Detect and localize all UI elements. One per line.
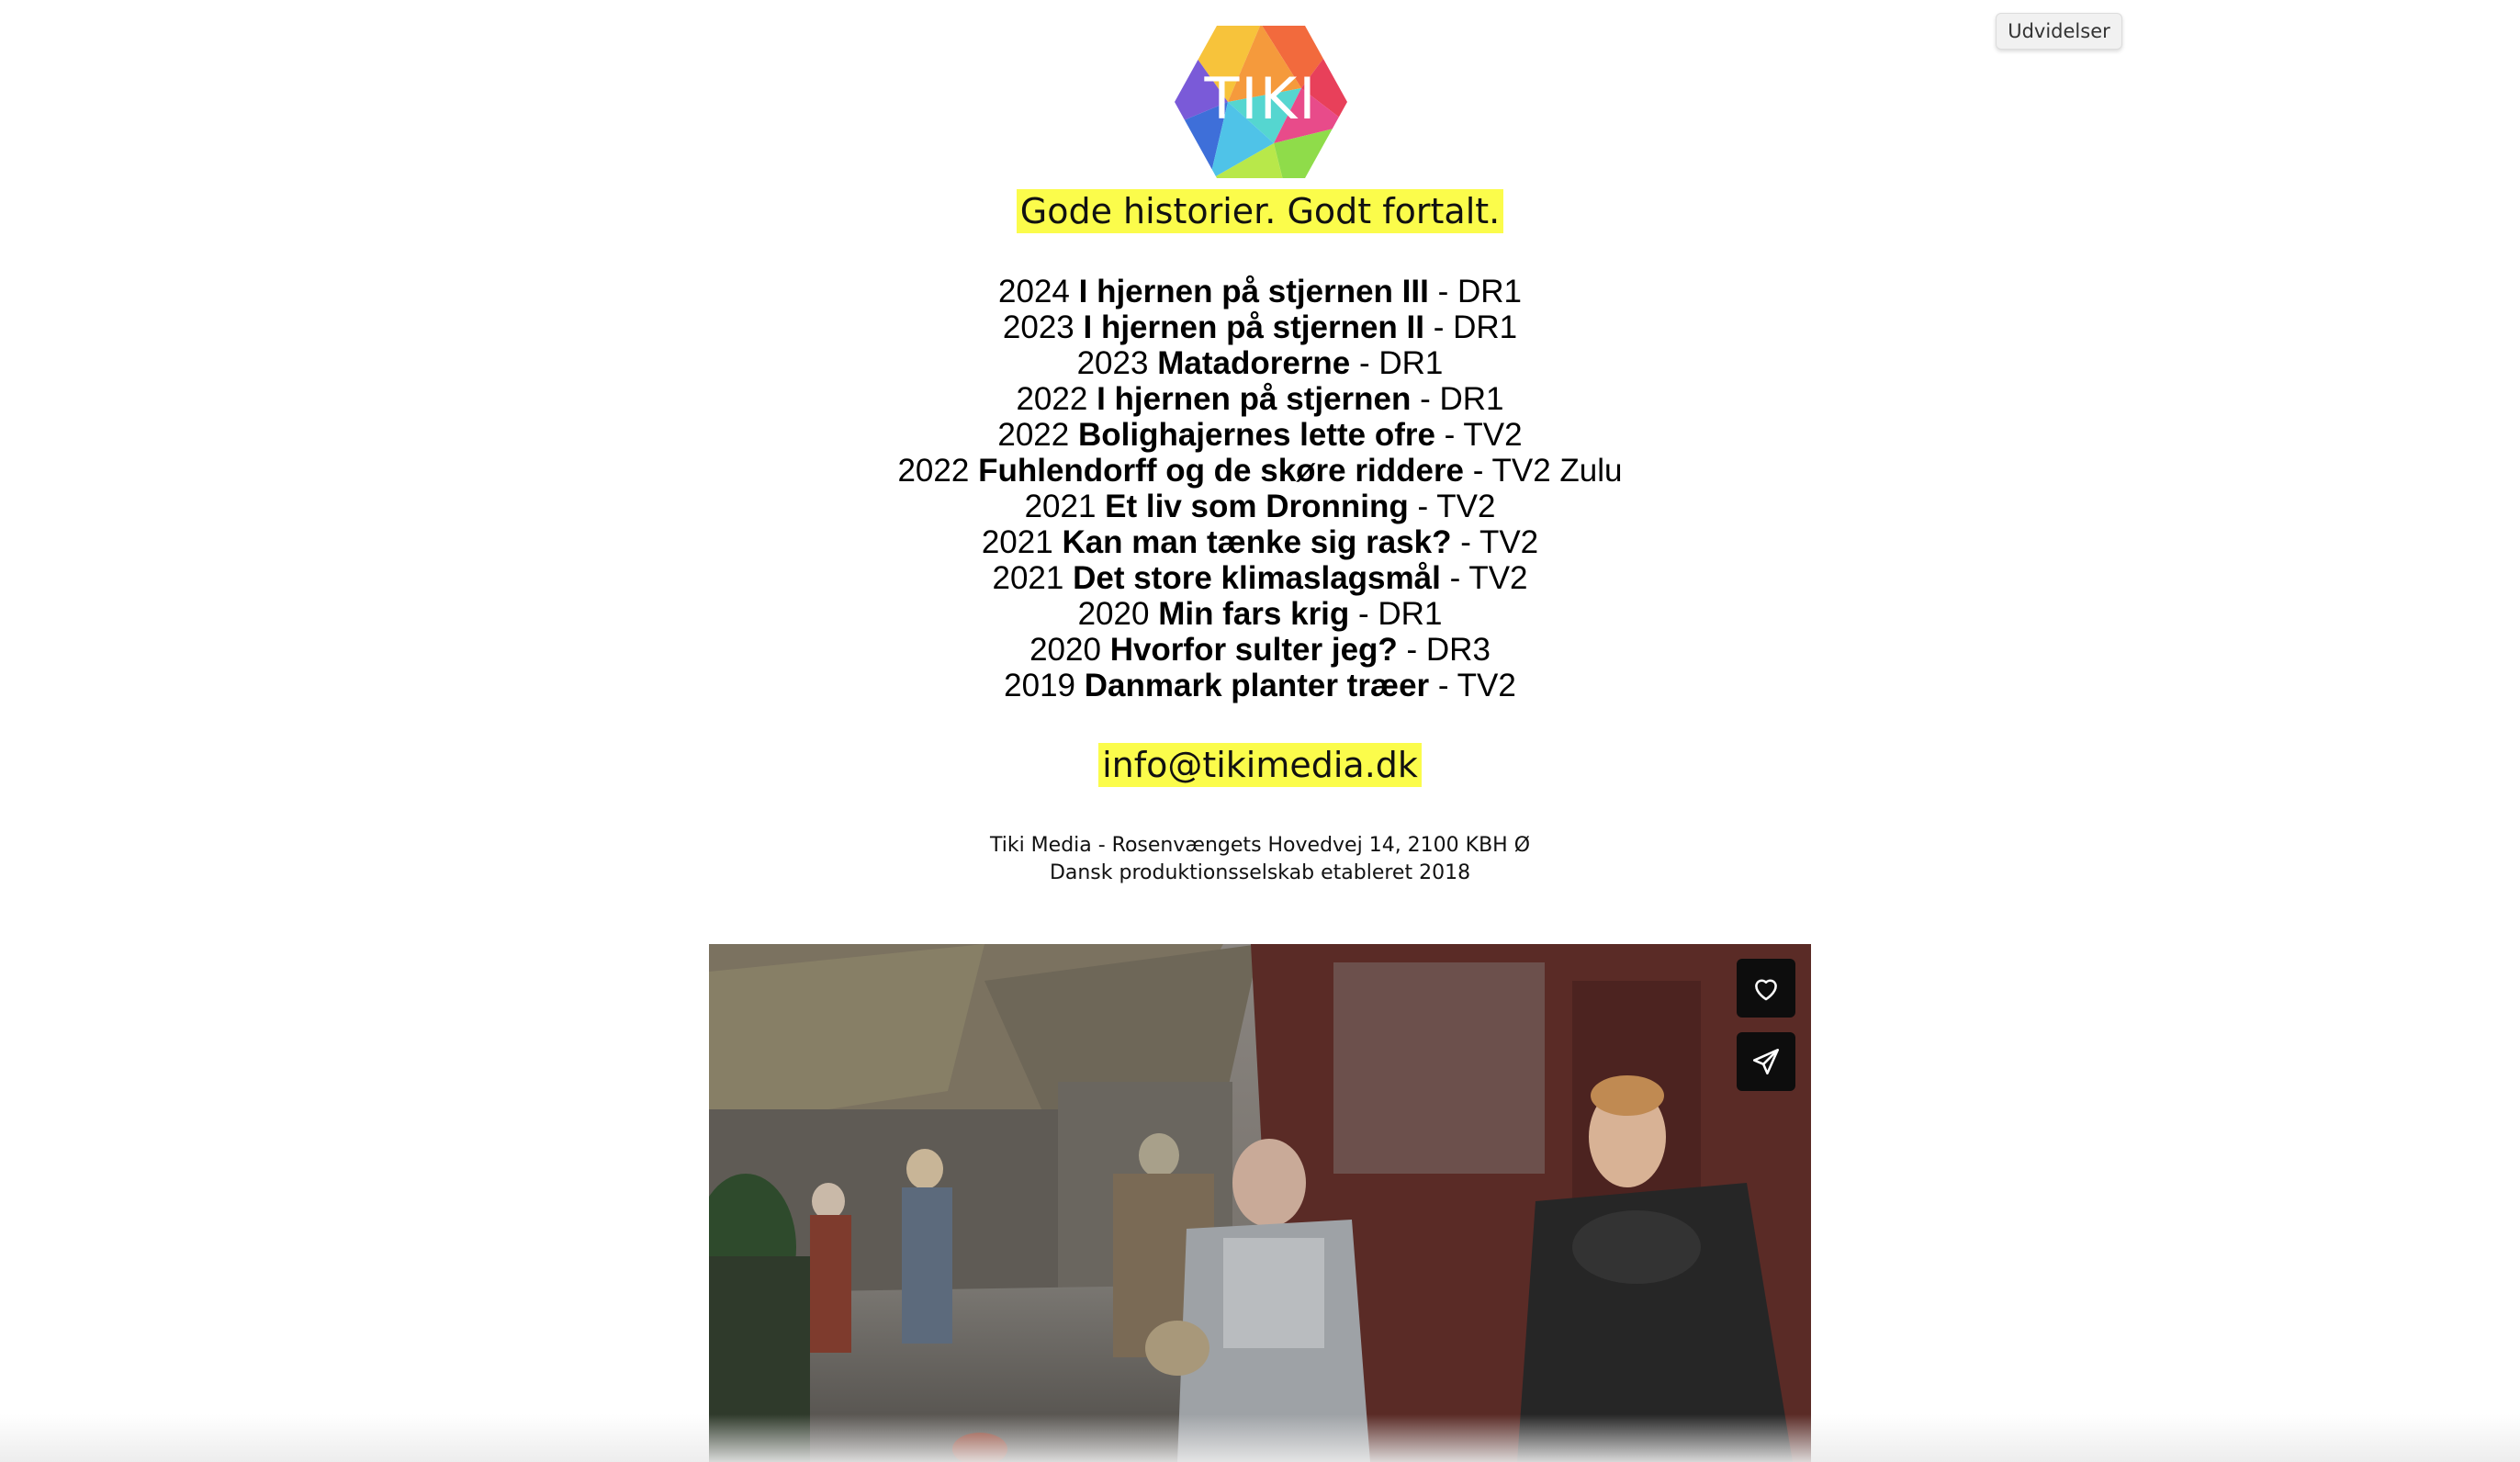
production-item: 2022 Bolighajernes lette ofre - TV2 xyxy=(0,417,2520,453)
production-item: 2021 Kan man tænke sig rask? - TV2 xyxy=(0,524,2520,560)
production-year: 2022 xyxy=(897,453,970,489)
extensions-button[interactable]: Udvidelser xyxy=(1996,13,2122,50)
production-item: 2021 Det store klimaslagsmål - TV2 xyxy=(0,560,2520,596)
production-title: Det store klimaslagsmål xyxy=(1073,560,1441,596)
production-title: Min fars krig xyxy=(1158,596,1350,632)
production-title: I hjernen på stjernen III xyxy=(1078,274,1429,309)
production-channel: - TV2 xyxy=(1440,560,1528,596)
extensions-button-label: Udvidelser xyxy=(2008,20,2110,42)
production-channel: - DR3 xyxy=(1397,632,1491,668)
production-item: 2020 Hvorfor sulter jeg? - DR3 xyxy=(0,632,2520,668)
production-title: I hjernen på stjernen xyxy=(1097,381,1412,417)
production-title: Kan man tænke sig rask? xyxy=(1062,524,1452,560)
production-channel: - DR1 xyxy=(1349,596,1443,632)
tagline-text: Gode historier. Godt fortalt. xyxy=(1016,189,1504,233)
production-year: 2023 xyxy=(1002,309,1074,345)
video-thumbnail[interactable] xyxy=(709,944,1811,1462)
tiki-logo[interactable]: TIKI xyxy=(1173,24,1349,180)
like-button[interactable] xyxy=(1737,959,1795,1018)
page: Udvidelser TIKI Gode historier. Godt for… xyxy=(0,0,2520,1462)
production-year: 2022 xyxy=(997,417,1070,453)
video-scene xyxy=(709,944,1811,1462)
production-item: 2019 Danmark planter træer - TV2 xyxy=(0,668,2520,703)
production-list: 2024 I hjernen på stjernen III - DR1 2023… xyxy=(0,274,2520,703)
heart-icon xyxy=(1755,979,1777,1001)
production-title: Matadorerne xyxy=(1157,345,1351,381)
email-block: info@tikimedia.dk xyxy=(0,743,2520,787)
production-channel: - DR1 xyxy=(1411,381,1504,417)
production-channel: - TV2 xyxy=(1434,417,1523,453)
production-title: Et liv som Dronning xyxy=(1105,489,1409,524)
share-button[interactable] xyxy=(1737,1032,1795,1091)
production-item: 2023 I hjernen på stjernen II - DR1 xyxy=(0,309,2520,345)
production-title: I hjernen på stjernen II xyxy=(1083,309,1424,345)
about-line: Dansk produktionsselskab etableret 2018 xyxy=(1049,861,1471,884)
production-item: 2022 I hjernen på stjernen - DR1 xyxy=(0,381,2520,417)
production-channel: - DR1 xyxy=(1423,309,1518,345)
production-channel: - TV2 Zulu xyxy=(1464,453,1623,489)
production-channel: - DR1 xyxy=(1428,274,1522,309)
production-channel: - TV2 xyxy=(1408,489,1496,524)
production-item: 2022 Fuhlendorff og de skøre riddere - T… xyxy=(0,453,2520,489)
production-year: 2020 xyxy=(1077,596,1150,632)
production-channel: - TV2 xyxy=(1429,668,1516,703)
production-channel: - DR1 xyxy=(1350,345,1444,381)
production-channel: - TV2 xyxy=(1451,524,1539,560)
address-line: Tiki Media - Rosenvængets Hovedvej 14, 2… xyxy=(989,834,1531,857)
tagline: Gode historier. Godt fortalt. xyxy=(0,189,2520,233)
production-title: Bolighajernes lette ofre xyxy=(1077,417,1435,453)
production-item: 2024 I hjernen på stjernen III - DR1 xyxy=(0,274,2520,309)
production-title: Hvorfor sulter jeg? xyxy=(1109,632,1398,668)
logo-text: TIKI xyxy=(1203,65,1317,132)
production-year: 2023 xyxy=(1076,345,1149,381)
production-year: 2019 xyxy=(1004,668,1076,703)
company-info: Tiki Media - Rosenvængets Hovedvej 14, 2… xyxy=(0,832,2520,887)
production-year: 2020 xyxy=(1029,632,1101,668)
production-item: 2021 Et liv som Dronning - TV2 xyxy=(0,489,2520,524)
email-link[interactable]: info@tikimedia.dk xyxy=(1098,743,1422,787)
production-title: Fuhlendorff og de skøre riddere xyxy=(978,453,1465,489)
production-year: 2022 xyxy=(1016,381,1088,417)
production-title: Danmark planter træer xyxy=(1084,668,1430,703)
production-year: 2021 xyxy=(1024,489,1097,524)
production-item: 2023 Matadorerne - DR1 xyxy=(0,345,2520,381)
production-year: 2021 xyxy=(981,524,1053,560)
production-year: 2024 xyxy=(998,274,1070,309)
production-year: 2021 xyxy=(992,560,1064,596)
production-item: 2020 Min fars krig - DR1 xyxy=(0,596,2520,632)
send-icon xyxy=(1752,1048,1780,1075)
